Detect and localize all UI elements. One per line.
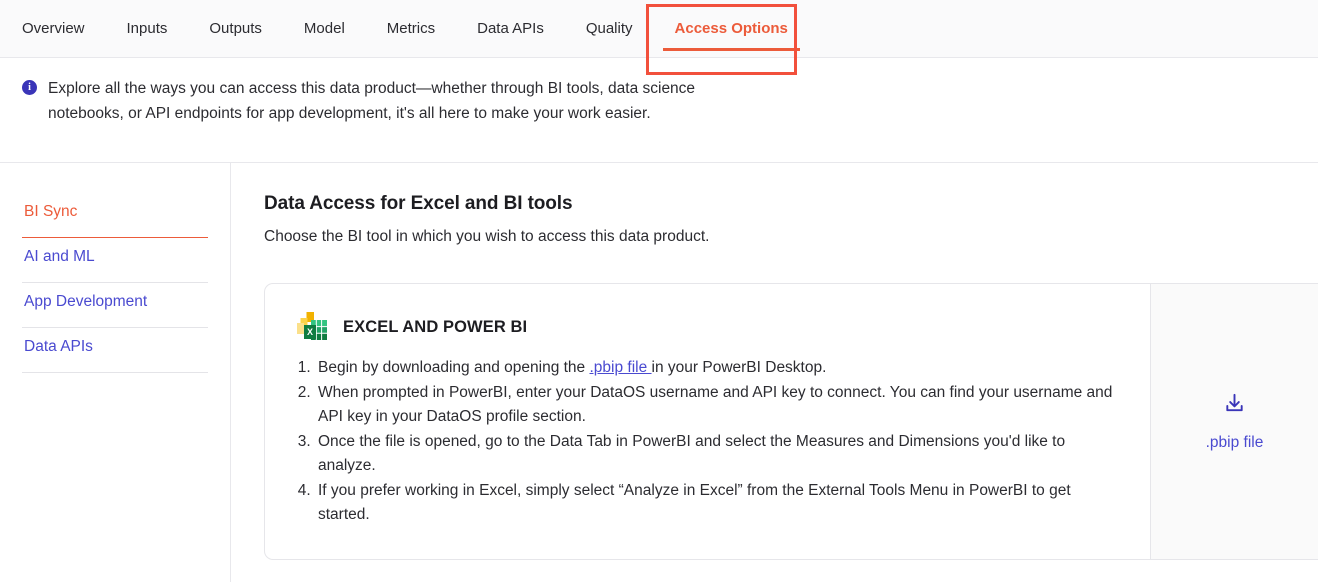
page-subtitle: Choose the BI tool in which you wish to … xyxy=(264,228,710,245)
card-steps-list: Begin by downloading and opening the .pb… xyxy=(295,356,1120,527)
card-step-item: Begin by downloading and opening the .pb… xyxy=(315,356,1120,380)
main-content: Data Access for Excel and BI tools Choos… xyxy=(231,163,1318,582)
nav-tab-data-apis[interactable]: Data APIs xyxy=(456,0,565,58)
info-icon: i xyxy=(22,80,37,95)
card-step-item: If you prefer working in Excel, simply s… xyxy=(315,479,1120,527)
svg-text:X: X xyxy=(307,327,313,337)
download-pbip-panel[interactable]: .pbip file xyxy=(1150,284,1318,559)
sidebar-item-data-apis[interactable]: Data APIs xyxy=(22,328,208,373)
nav-tab-overview[interactable]: Overview xyxy=(22,0,106,58)
info-banner-text: Explore all the ways you can access this… xyxy=(48,80,696,122)
excel-powerbi-card: X EXCEL AND POWER BI Begin by downloadin… xyxy=(264,283,1318,560)
pbip-file-link[interactable]: .pbip file xyxy=(589,359,651,376)
step-text: Begin by downloading and opening the xyxy=(318,359,590,376)
card-step-item: When prompted in PowerBI, enter your Dat… xyxy=(315,381,1120,429)
sidebar-item-ai-and-ml[interactable]: AI and ML xyxy=(22,238,208,283)
card-main-content: X EXCEL AND POWER BI Begin by downloadin… xyxy=(265,284,1150,559)
download-icon xyxy=(1223,392,1246,420)
nav-tab-quality[interactable]: Quality xyxy=(565,0,654,58)
step-text: If you prefer working in Excel, simply s… xyxy=(318,482,1071,523)
top-navigation-bar: Overview Inputs Outputs Model Metrics Data AP… xyxy=(0,0,1318,75)
access-options-sidebar: BI Sync AI and ML App Development Data APIs xyxy=(0,163,231,582)
nav-tab-model[interactable]: Model xyxy=(283,0,366,58)
nav-tab-outputs[interactable]: Outputs xyxy=(188,0,283,58)
info-banner: i Explore all the ways you can access th… xyxy=(0,58,1318,162)
sidebar-item-app-development[interactable]: App Development xyxy=(22,283,208,328)
step-text: Once the file is opened, go to the Data … xyxy=(318,433,1066,474)
download-label: .pbip file xyxy=(1205,433,1264,451)
step-text-tail: in your PowerBI Desktop. xyxy=(651,359,827,376)
page-title: Data Access for Excel and BI tools xyxy=(264,193,573,214)
sidebar-item-bi-sync[interactable]: BI Sync xyxy=(22,193,208,238)
step-text: When prompted in PowerBI, enter your Dat… xyxy=(318,384,1113,425)
nav-tab-inputs[interactable]: Inputs xyxy=(106,0,189,58)
excel-powerbi-icon: X xyxy=(295,310,329,344)
card-step-item: Once the file is opened, go to the Data … xyxy=(315,430,1120,478)
nav-tab-access-options[interactable]: Access Options xyxy=(654,0,809,58)
card-title: EXCEL AND POWER BI xyxy=(343,317,528,336)
nav-tab-metrics[interactable]: Metrics xyxy=(366,0,456,58)
card-header: X EXCEL AND POWER BI xyxy=(295,310,1120,344)
page-body: BI Sync AI and ML App Development Data APIs… xyxy=(0,163,1318,582)
